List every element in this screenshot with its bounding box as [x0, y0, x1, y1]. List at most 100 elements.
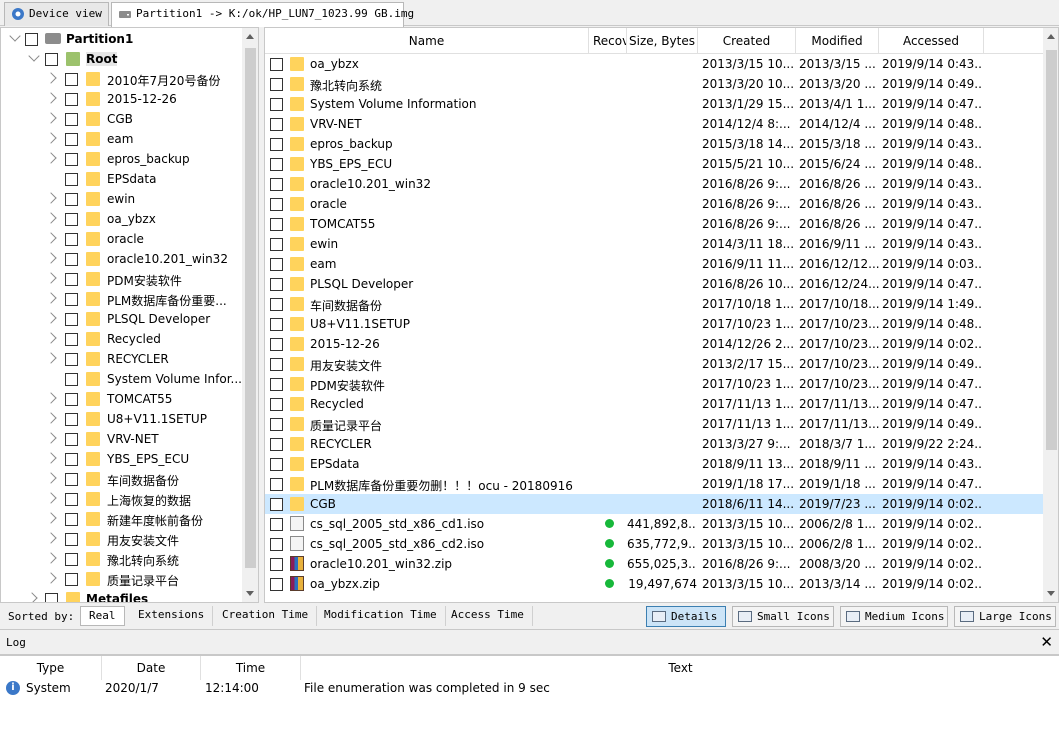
tree-item[interactable]: 豫北转向系统 — [1, 549, 242, 569]
table-row[interactable]: 豫北转向系统 2013/3/20 10... 2013/3/20 ... 2019/9… — [265, 74, 1043, 94]
tree-item[interactable]: VRV-NET — [1, 429, 242, 449]
tree-item[interactable]: PLSQL Developer — [1, 309, 242, 329]
row-checkbox[interactable] — [270, 398, 283, 411]
checkbox[interactable] — [25, 33, 38, 46]
checkbox[interactable] — [45, 53, 58, 66]
scroll-down-icon[interactable] — [1047, 591, 1055, 596]
checkbox[interactable] — [65, 273, 78, 286]
expand-icon[interactable] — [45, 92, 57, 104]
log-row[interactable]: i System 2020/1/7 12:14:00 File enumerat… — [0, 678, 1059, 698]
checkbox[interactable] — [65, 393, 78, 406]
checkbox[interactable] — [65, 473, 78, 486]
table-row[interactable]: ewin 2014/3/11 18... 2016/9/11 ... 2019/9/1… — [265, 234, 1043, 254]
list-scrollbar[interactable] — [1043, 28, 1058, 602]
column-name[interactable]: Name — [265, 28, 589, 54]
checkbox[interactable] — [65, 153, 78, 166]
expand-icon[interactable] — [45, 212, 57, 224]
scroll-thumb[interactable] — [245, 48, 256, 568]
row-checkbox[interactable] — [270, 478, 283, 491]
tree-item[interactable]: PLM数据库备份重要... — [1, 289, 242, 309]
checkbox[interactable] — [65, 333, 78, 346]
sort-tab-creation-time[interactable]: Creation Time — [214, 606, 318, 626]
checkbox[interactable] — [65, 233, 78, 246]
checkbox[interactable] — [65, 293, 78, 306]
expand-icon[interactable] — [45, 532, 57, 544]
table-row[interactable]: U8+V11.1SETUP 2017/10/23 1... 2017/10/23..… — [265, 314, 1043, 334]
checkbox[interactable] — [45, 593, 58, 602]
expand-icon[interactable] — [45, 232, 57, 244]
row-checkbox[interactable] — [270, 78, 283, 91]
checkbox[interactable] — [65, 173, 78, 186]
tree-item[interactable]: epros_backup — [1, 149, 242, 169]
tree-item[interactable]: RECYCLER — [1, 349, 242, 369]
table-row[interactable]: VRV-NET 2014/12/4 8:... 2014/12/4 ... 2019/… — [265, 114, 1043, 134]
view-medium-icons-button[interactable]: Medium Icons — [840, 606, 948, 627]
table-row[interactable]: 用友安装文件 2013/2/17 15... 2017/10/23... 2019/9… — [265, 354, 1043, 374]
sort-tab-modification-time[interactable]: Modification Time — [316, 606, 446, 626]
table-row[interactable]: 2015-12-26 2014/12/26 2... 2017/10/23... 20… — [265, 334, 1043, 354]
table-row[interactable]: cs_sql_2005_std_x86_cd2.iso 635,772,9... 2… — [265, 534, 1043, 554]
tree-item[interactable]: oa_ybzx — [1, 209, 242, 229]
view-large-icons-button[interactable]: Large Icons — [954, 606, 1056, 627]
tree-item[interactable]: 新建年度帐前备份 — [1, 509, 242, 529]
view-details-button[interactable]: Details — [646, 606, 726, 627]
checkbox[interactable] — [65, 93, 78, 106]
column-recov[interactable]: Recov — [589, 28, 627, 54]
expand-icon[interactable] — [45, 292, 57, 304]
tree-item-metafiles[interactable]: Metafiles — [1, 589, 242, 602]
checkbox[interactable] — [65, 433, 78, 446]
expand-icon[interactable] — [26, 592, 38, 602]
expand-icon[interactable] — [45, 252, 57, 264]
tree-item[interactable]: 质量记录平台 — [1, 569, 242, 589]
expand-icon[interactable] — [45, 352, 57, 364]
row-checkbox[interactable] — [270, 138, 283, 151]
checkbox[interactable] — [65, 533, 78, 546]
table-row[interactable]: cs_sql_2005_std_x86_cd1.iso 441,892,8... 2… — [265, 514, 1043, 534]
checkbox[interactable] — [65, 73, 78, 86]
row-checkbox[interactable] — [270, 178, 283, 191]
table-row[interactable]: PDM安装软件 2017/10/23 1... 2017/10/23... 2019/… — [265, 374, 1043, 394]
checkbox[interactable] — [65, 133, 78, 146]
expand-icon[interactable] — [45, 472, 57, 484]
scroll-up-icon[interactable] — [1047, 34, 1055, 39]
row-checkbox[interactable] — [270, 238, 283, 251]
table-row[interactable]: EPSdata 2018/9/11 13... 2018/9/11 ... 2019/… — [265, 454, 1043, 474]
table-row[interactable]: epros_backup 2015/3/18 14... 2015/3/18 ...… — [265, 134, 1043, 154]
expand-icon[interactable] — [45, 392, 57, 404]
column-accessed[interactable]: Accessed — [879, 28, 984, 54]
tab-partition[interactable]: Partition1 -> K:/ok/HP_LUN7_1023.99 GB.i… — [111, 2, 414, 27]
expand-icon[interactable] — [45, 132, 57, 144]
log-column-text[interactable]: Text — [301, 656, 1059, 680]
log-column-type[interactable]: Type — [0, 656, 102, 680]
row-checkbox[interactable] — [270, 218, 283, 231]
scroll-down-icon[interactable] — [246, 591, 254, 596]
tree-item[interactable]: 2010年7月20号备份 — [1, 69, 242, 89]
row-checkbox[interactable] — [270, 278, 283, 291]
log-column-date[interactable]: Date — [102, 656, 201, 680]
checkbox[interactable] — [65, 373, 78, 386]
table-row[interactable]: Recycled 2017/11/13 1... 2017/11/13... 2019… — [265, 394, 1043, 414]
tree-item[interactable]: 车间数据备份 — [1, 469, 242, 489]
sort-tab-extensions[interactable]: Extensions — [130, 606, 214, 626]
checkbox[interactable] — [65, 493, 78, 506]
tree-scrollbar[interactable] — [242, 28, 258, 602]
row-checkbox[interactable] — [270, 538, 283, 551]
expand-icon[interactable] — [45, 452, 57, 464]
tree-item[interactable]: Recycled — [1, 329, 242, 349]
tree-item[interactable]: TOMCAT55 — [1, 389, 242, 409]
row-checkbox[interactable] — [270, 98, 283, 111]
tree-item[interactable]: PDM安装软件 — [1, 269, 242, 289]
row-checkbox[interactable] — [270, 418, 283, 431]
tree-item[interactable]: oracle10.201_win32 — [1, 249, 242, 269]
tree-item[interactable]: 上海恢复的数据 — [1, 489, 242, 509]
table-row[interactable]: oa_ybzx.zip 19,497,674 2013/3/15 10... 2013… — [265, 574, 1043, 594]
checkbox[interactable] — [65, 573, 78, 586]
row-checkbox[interactable] — [270, 58, 283, 71]
table-row[interactable]: CGB 2018/6/11 14... 2019/7/23 ... 2019/9/14… — [265, 494, 1043, 514]
table-row[interactable]: YBS_EPS_ECU 2015/5/21 10... 2015/6/24 ... 2… — [265, 154, 1043, 174]
expand-icon[interactable] — [45, 72, 57, 84]
table-row[interactable]: oa_ybzx 2013/3/15 10... 2013/3/15 ... 2019/… — [265, 54, 1043, 74]
tree-item[interactable]: EPSdata — [1, 169, 242, 189]
scroll-thumb[interactable] — [1046, 50, 1057, 450]
checkbox[interactable] — [65, 453, 78, 466]
